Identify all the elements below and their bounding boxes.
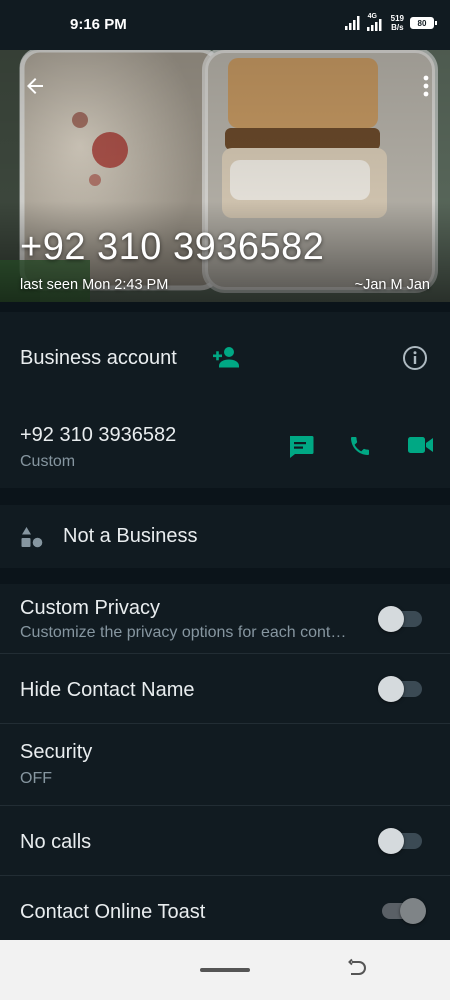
back-arrow-icon (27, 78, 43, 94)
not-a-business-row[interactable]: Not a Business (0, 505, 450, 568)
no-calls-toggle[interactable] (378, 828, 422, 854)
more-options-button[interactable] (416, 72, 436, 100)
status-time: 9:16 PM (70, 16, 127, 33)
net-speed: 519 B/s (390, 14, 404, 32)
phone-number: +92 310 3936582 (20, 424, 177, 446)
setting-contact-online-toast[interactable]: Contact Online Toast (0, 876, 450, 940)
setting-title: Security (20, 741, 93, 763)
profile-photo-header[interactable]: +92 310 3936582 last seen Mon 2:43 PM ~J… (0, 50, 450, 302)
last-seen: last seen Mon 2:43 PM (20, 277, 169, 293)
message-icon (290, 436, 314, 458)
more-vert-icon (423, 75, 429, 97)
hide-contact-name-toggle[interactable] (378, 676, 422, 702)
setting-no-calls[interactable]: No calls (0, 806, 450, 876)
setting-title: Custom Privacy (20, 597, 161, 619)
toggle-knob (378, 606, 404, 632)
info-icon (403, 346, 427, 370)
phone-type: Custom (20, 453, 76, 470)
video-call-button[interactable] (407, 434, 435, 461)
setting-title: Contact Online Toast (20, 901, 206, 923)
divider (0, 302, 450, 312)
status-icons: 4G 519 B/s 80 (344, 13, 437, 32)
signal-4g-icon: 4G (366, 13, 385, 31)
info-button[interactable] (402, 345, 428, 376)
toggle-knob (378, 676, 404, 702)
setting-custom-privacy[interactable]: Custom Privacy Customize the privacy opt… (0, 584, 450, 654)
contact-title: +92 310 3936582 (20, 226, 325, 268)
setting-subtitle: OFF (20, 770, 52, 787)
toggle-knob (400, 898, 426, 924)
push-name: ~Jan M Jan (354, 277, 430, 293)
not-a-business-label: Not a Business (63, 525, 198, 547)
setting-security[interactable]: Security OFF (0, 724, 450, 806)
phone-number-row[interactable]: +92 310 3936582 Custom (0, 410, 450, 488)
system-navigation-bar (0, 940, 450, 1000)
system-back-button[interactable] (346, 958, 368, 985)
status-bar: 9:16 PM 4G 519 B/s 80 (0, 0, 450, 50)
setting-hide-contact-name[interactable]: Hide Contact Name (0, 654, 450, 724)
video-icon (408, 437, 433, 453)
add-contact-icon (213, 347, 239, 368)
toggle-knob (378, 828, 404, 854)
voice-call-button[interactable] (348, 434, 372, 463)
home-gesture-bar[interactable] (200, 968, 250, 972)
back-button[interactable] (20, 72, 50, 100)
add-contact-button[interactable] (211, 345, 241, 374)
business-account-label: Business account (20, 347, 177, 369)
battery-level: 80 (417, 18, 427, 28)
setting-title: No calls (20, 831, 92, 853)
back-gesture-icon (348, 958, 366, 975)
divider (0, 488, 450, 505)
setting-title: Hide Contact Name (20, 679, 195, 701)
divider (0, 568, 450, 584)
message-button[interactable] (287, 434, 315, 463)
contact-online-toast-toggle[interactable] (382, 898, 426, 924)
battery-icon: 80 (410, 17, 437, 29)
phone-icon (351, 437, 369, 455)
custom-privacy-toggle[interactable] (378, 606, 422, 632)
signal-icon (344, 16, 360, 30)
setting-subtitle: Customize the privacy options for each c… (20, 624, 347, 641)
shapes-icon (20, 525, 44, 554)
